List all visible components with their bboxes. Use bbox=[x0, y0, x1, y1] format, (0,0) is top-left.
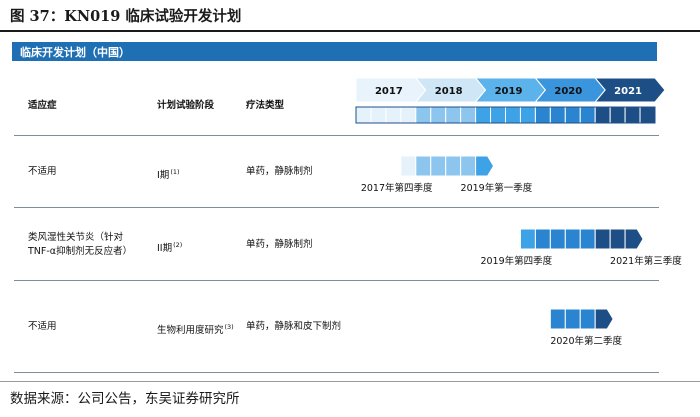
source-note: 数据来源：公司公告，东吴证券研究所 bbox=[10, 391, 240, 407]
gantt-bar-segment bbox=[519, 228, 536, 250]
quarter-cell bbox=[549, 106, 566, 124]
quarter-cell bbox=[519, 106, 536, 124]
gantt-bar-segment bbox=[534, 228, 551, 250]
quarter-cell bbox=[445, 106, 462, 124]
quarter-cell bbox=[475, 106, 492, 124]
quarter-cell bbox=[594, 106, 611, 124]
quarter-cell bbox=[639, 106, 656, 124]
gantt-chart: 2017 2018 2019 2020 2021 bbox=[355, 77, 666, 330]
quarter-cell bbox=[415, 106, 432, 124]
gantt-bar-segment bbox=[415, 155, 432, 177]
gantt-bar-segment bbox=[549, 308, 566, 330]
quarter-cell bbox=[430, 106, 447, 124]
gantt-bar-segment bbox=[609, 228, 626, 250]
gantt-bar-segment bbox=[579, 228, 596, 250]
quarter-cell bbox=[460, 106, 477, 124]
gantt-bar-segment bbox=[475, 155, 495, 177]
quarter-cell bbox=[579, 106, 596, 124]
gantt-bar-segment bbox=[400, 155, 417, 177]
quarter-cell bbox=[534, 106, 551, 124]
gantt-bar-segment bbox=[445, 155, 462, 177]
gantt-bar-segment bbox=[579, 308, 596, 330]
gantt-bar-segment bbox=[594, 308, 614, 330]
gantt-bar-segment bbox=[549, 228, 566, 250]
gantt-bar-segment bbox=[460, 155, 477, 177]
year-label-2017: 2017 bbox=[375, 86, 403, 97]
row2-start-label: 2019年第四季度 bbox=[480, 256, 553, 267]
gantt-bar-segment bbox=[430, 155, 447, 177]
gantt-bar-segment bbox=[594, 228, 611, 250]
gantt-bar-segment bbox=[624, 228, 644, 250]
footer-rule bbox=[0, 381, 700, 382]
quarter-cell bbox=[355, 106, 372, 124]
quarter-cell bbox=[400, 106, 417, 124]
row2-end-label: 2021年第三季度 bbox=[610, 256, 682, 267]
row1-start-label: 2017年第四季度 bbox=[360, 183, 433, 194]
quarter-cell bbox=[505, 106, 521, 124]
row3-end-label: 2020年第二季度 bbox=[550, 336, 623, 347]
quarter-cell bbox=[370, 106, 387, 124]
quarter-cell bbox=[385, 106, 402, 124]
year-label-2021: 2021 bbox=[614, 86, 642, 97]
gantt-bar-segment bbox=[564, 308, 581, 330]
year-label-2020: 2020 bbox=[554, 86, 582, 97]
quarter-cell bbox=[564, 106, 581, 124]
gantt-bar-segment bbox=[564, 228, 581, 250]
row1-end-label: 2019年第一季度 bbox=[460, 183, 533, 194]
quarter-cell bbox=[490, 106, 506, 124]
year-label-2019: 2019 bbox=[495, 86, 523, 97]
quarter-cell bbox=[609, 106, 626, 124]
quarter-cell bbox=[624, 106, 641, 124]
year-label-2018: 2018 bbox=[435, 86, 463, 97]
